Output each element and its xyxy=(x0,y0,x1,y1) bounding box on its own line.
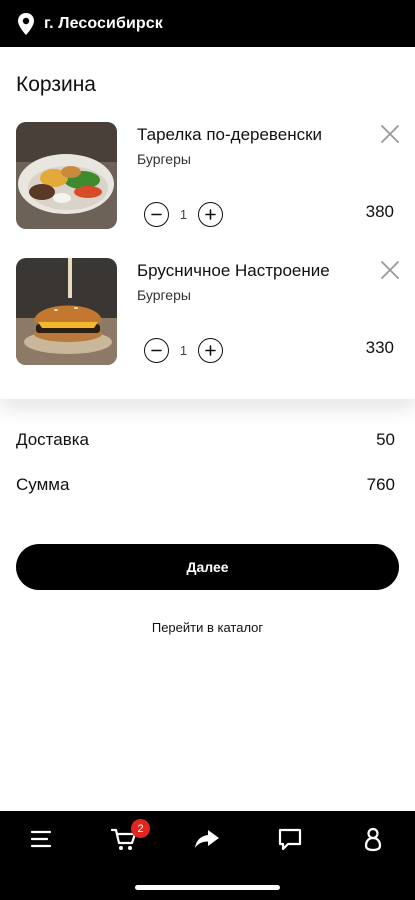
item-price: 330 xyxy=(365,338,394,357)
product-image xyxy=(16,258,117,365)
location-pin-icon xyxy=(18,12,34,35)
burger-photo xyxy=(16,258,117,365)
plate-photo xyxy=(16,122,117,229)
minus-icon xyxy=(151,213,162,215)
decrease-quantity-button[interactable] xyxy=(144,201,169,227)
menu-icon xyxy=(30,830,52,848)
nav-profile[interactable] xyxy=(359,825,387,853)
share-icon xyxy=(195,830,219,848)
nav-chat[interactable] xyxy=(276,825,304,853)
close-icon xyxy=(381,125,399,143)
remove-item-button[interactable] xyxy=(380,124,400,144)
quantity-value: 1 xyxy=(179,342,188,358)
page-title: Корзина xyxy=(16,73,96,96)
item-category: Бургеры xyxy=(137,151,191,167)
next-button[interactable]: Далее xyxy=(16,544,399,590)
decrease-quantity-button[interactable] xyxy=(144,337,169,363)
top-bar[interactable]: г. Лесосибирск xyxy=(0,0,415,47)
cart-item: Брусничное Настроение Бургеры 1 330 xyxy=(0,258,415,368)
cart-screen: г. Лесосибирск Корзина Тарелка по-дереве… xyxy=(0,0,415,900)
cart-item: Тарелка по-деревенски Бургеры 1 380 xyxy=(0,122,415,232)
increase-quantity-button[interactable] xyxy=(198,337,223,363)
sum-value: 760 xyxy=(366,475,395,494)
item-category: Бургеры xyxy=(137,287,191,303)
city-label[interactable]: г. Лесосибирск xyxy=(44,15,163,33)
go-to-catalog-link[interactable]: Перейти в каталог xyxy=(0,620,415,635)
item-price: 380 xyxy=(365,202,394,221)
delivery-label: Доставка xyxy=(16,430,90,449)
sum-row: Сумма 760 xyxy=(16,475,395,495)
chat-icon xyxy=(278,828,302,851)
sum-label: Сумма xyxy=(16,475,70,494)
plus-icon xyxy=(205,208,216,220)
remove-item-button[interactable] xyxy=(380,260,400,280)
cart-panel: Корзина Тарелка по-деревенски Бургеры 1 … xyxy=(0,47,415,399)
delivery-value: 50 xyxy=(376,430,395,449)
increase-quantity-button[interactable] xyxy=(198,201,223,227)
profile-icon xyxy=(364,827,382,852)
quantity-stepper: 1 xyxy=(144,200,223,228)
plus-icon xyxy=(205,344,216,356)
quantity-stepper: 1 xyxy=(144,336,223,364)
cart-count-badge: 2 xyxy=(131,819,150,838)
quantity-value: 1 xyxy=(179,206,188,222)
item-name: Тарелка по-деревенски xyxy=(137,125,323,144)
close-icon xyxy=(381,261,399,279)
nav-menu[interactable] xyxy=(28,825,56,853)
home-indicator[interactable] xyxy=(135,885,280,890)
nav-share[interactable] xyxy=(193,825,221,853)
item-name: Брусничное Настроение xyxy=(137,261,330,280)
minus-icon xyxy=(151,349,162,351)
product-image xyxy=(16,122,117,229)
delivery-row: Доставка 50 xyxy=(16,430,395,450)
